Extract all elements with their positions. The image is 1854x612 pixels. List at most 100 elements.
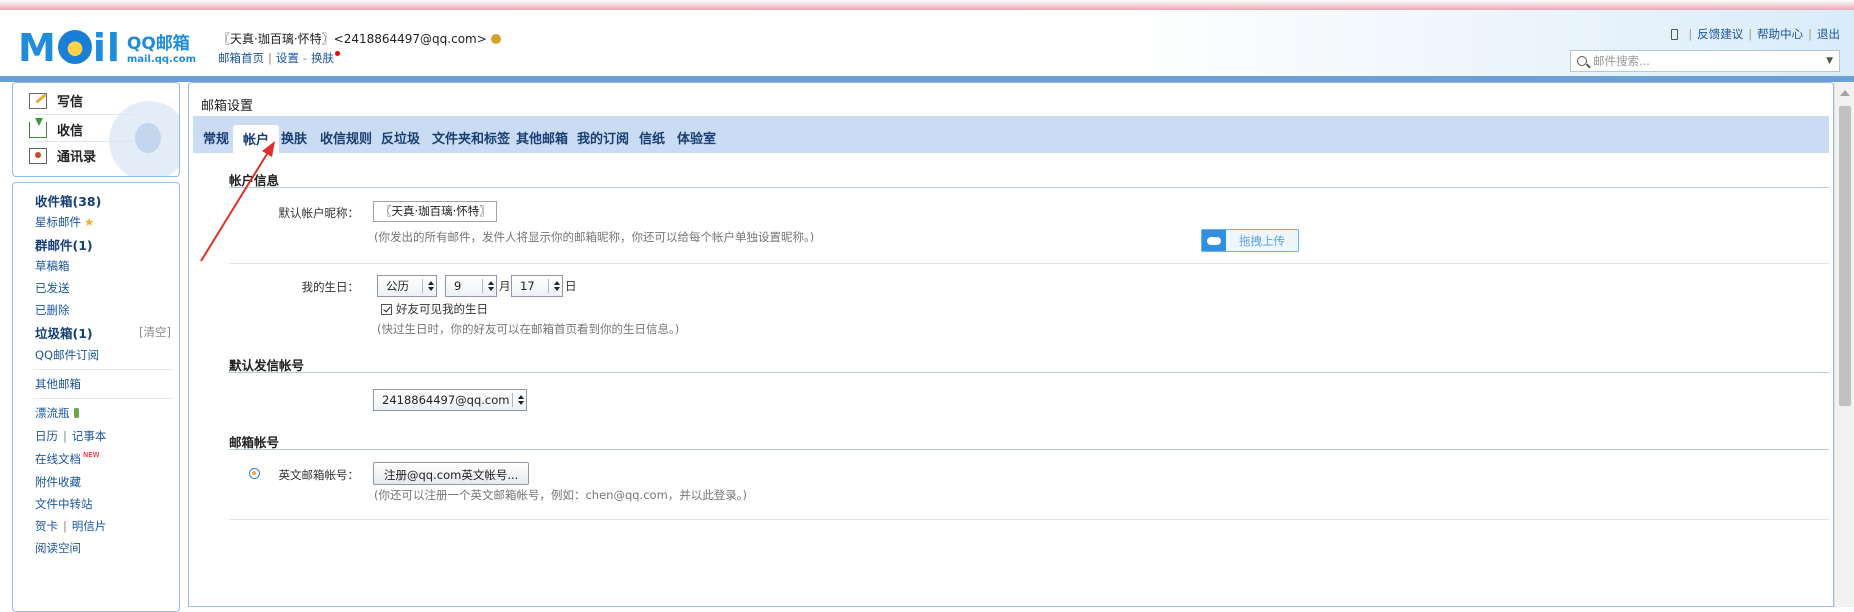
register-english-account-button[interactable]: 注册@qq.com英文帐号... — [373, 462, 530, 485]
month-unit: 月 — [499, 279, 511, 293]
logo-line2: mail.qq.com — [126, 54, 197, 65]
receive-icon — [29, 117, 47, 138]
day-unit: 日 — [565, 279, 577, 293]
folder-group[interactable]: 群邮件(1) — [35, 235, 93, 254]
calendar-type-value: 公历 — [386, 279, 409, 293]
tab-skin[interactable]: 换肤 — [281, 128, 307, 147]
folder-drafts[interactable]: 草稿箱 — [35, 258, 70, 274]
contacts-button[interactable]: 通讯录 — [29, 146, 96, 165]
separator: | — [63, 519, 67, 533]
cloud-upload-icon — [1202, 230, 1226, 251]
app-bottle-label: 漂流瓶 — [35, 406, 70, 420]
divider — [35, 141, 133, 142]
birthday-visible-checkbox[interactable]: 好友可见我的生日 — [381, 301, 488, 317]
receive-mail-button[interactable]: 收信 — [29, 117, 84, 139]
tab-rules[interactable]: 收信规则 — [320, 128, 372, 147]
separator-dash: - — [302, 51, 308, 65]
folder-subscribe[interactable]: QQ邮件订阅 — [35, 347, 99, 363]
drag-upload-button[interactable]: 拖拽上传 — [1201, 229, 1299, 252]
tab-subscriptions[interactable]: 我的订阅 — [577, 128, 629, 147]
tab-other-mailbox[interactable]: 其他邮箱 — [516, 128, 568, 147]
settings-panel: 邮箱设置 常规 帐户 换肤 收信规则 反垃圾 文件夹和标签 其他邮箱 我的订阅 … — [188, 82, 1834, 607]
vip-badge-icon[interactable] — [490, 34, 501, 44]
folder-spam[interactable]: 垃圾箱(1) — [35, 323, 93, 342]
new-badge: NEW — [83, 451, 100, 459]
bottle-icon — [73, 408, 79, 418]
app-reading[interactable]: 阅读空间 — [35, 540, 81, 556]
main-scrollbar[interactable] — [1834, 82, 1854, 607]
mobile-icon[interactable] — [1671, 28, 1679, 40]
divider — [33, 398, 173, 399]
mailbox-home-link[interactable]: 邮箱首页 — [218, 51, 264, 65]
nickname-input[interactable]: 〖天真·珈百璃·怀特〗 — [373, 201, 497, 222]
user-line: 〖天真·珈百璃·怀特〗<2418864497@qq.com> — [218, 30, 501, 47]
english-account-label: 英文邮箱帐号： — [278, 468, 360, 482]
birth-month-select[interactable]: 9 — [445, 275, 497, 297]
folder-inbox[interactable]: 收件箱(38) — [35, 191, 101, 210]
scroll-up-icon[interactable] — [1840, 90, 1850, 96]
scrollbar-thumb[interactable] — [1839, 106, 1851, 406]
app-bottle[interactable]: 漂流瓶 — [35, 405, 79, 421]
birth-month-value: 9 — [454, 279, 462, 293]
tab-lab[interactable]: 体验室 — [677, 128, 716, 147]
folder-starred-label: 星标邮件 — [35, 215, 81, 229]
separator: | — [1688, 27, 1693, 41]
spam-clear-link[interactable]: [清空] — [139, 324, 171, 340]
birth-day-select[interactable]: 17 — [511, 275, 563, 297]
settings-link[interactable]: 设置 — [276, 51, 299, 65]
app-greeting-card[interactable]: 贺卡 — [35, 519, 58, 533]
logout-link[interactable]: 退出 — [1817, 26, 1840, 42]
header: Mil QQ邮箱 mail.qq.com 〖天真·珈百璃·怀特〗<2418864… — [0, 10, 1854, 78]
app-docs-label: 在线文档 — [35, 452, 81, 466]
feedback-link[interactable]: 反馈建议 — [1697, 26, 1743, 42]
receive-label: 收信 — [57, 124, 84, 139]
separator: | — [1748, 27, 1753, 41]
app-notes[interactable]: 记事本 — [72, 429, 107, 443]
tab-general[interactable]: 常规 — [203, 128, 229, 147]
skin-link[interactable]: 换肤 — [311, 51, 334, 65]
default-sender-select[interactable]: 2418864497@qq.com — [373, 389, 527, 411]
birthday-visible-label: 好友可见我的生日 — [396, 302, 488, 316]
write-mail-button[interactable]: 写信 — [29, 91, 83, 110]
app-file-transfer[interactable]: 文件中转站 — [35, 496, 93, 512]
birthday-hint: (快过生日时，你的好友可以在邮箱首页看到你的生日信息。) — [377, 322, 680, 336]
quick-actions-panel: 写信 收信 通讯录 — [12, 82, 180, 177]
nickname-hint: (你发出的所有邮件，发件人将显示你的邮箱昵称，你还可以给每个帐户单独设置昵称。) — [374, 230, 815, 244]
logo-o-icon — [57, 30, 92, 64]
divider — [35, 114, 133, 115]
app-calendar-notes: 日历 | 记事本 — [35, 428, 106, 444]
logo-mail-wordmark: Mil — [18, 26, 121, 70]
folder-sent[interactable]: 已发送 — [35, 280, 70, 296]
tab-antispam[interactable]: 反垃圾 — [381, 128, 420, 147]
app-docs[interactable]: 在线文档 NEW — [35, 451, 100, 467]
tab-account[interactable]: 帐户 — [233, 125, 280, 153]
folder-deleted[interactable]: 已删除 — [35, 302, 70, 318]
spinner-arrows-icon — [512, 393, 524, 407]
help-center-link[interactable]: 帮助中心 — [1757, 26, 1803, 42]
calendar-type-select[interactable]: 公历 — [377, 275, 437, 297]
logo-line1: QQ邮箱 — [126, 34, 190, 54]
search-dropdown-icon[interactable]: ▼ — [1826, 56, 1833, 66]
qqmail-logo[interactable]: Mil QQ邮箱 mail.qq.com — [18, 28, 196, 68]
divider — [229, 519, 1829, 520]
tab-stationery[interactable]: 信纸 — [639, 128, 665, 147]
app-calendar[interactable]: 日历 — [35, 429, 58, 443]
page-title: 邮箱设置 — [201, 99, 254, 114]
nickname-label: 默认帐户昵称： — [278, 206, 360, 220]
folder-list: 收件箱(38) 星标邮件 ★ 群邮件(1) 草稿箱 已发送 已删除 垃圾箱(1) … — [12, 182, 180, 612]
folder-other-mailbox[interactable]: 其他邮箱 — [35, 376, 81, 392]
user-nickname: 〖天真·珈百璃·怀特〗 — [218, 32, 334, 46]
app-postcard[interactable]: 明信片 — [72, 519, 107, 533]
divider — [229, 263, 1829, 264]
folder-starred[interactable]: 星标邮件 ★ — [35, 214, 94, 230]
user-links: 邮箱首页 | 设置 - 换肤 — [218, 50, 501, 66]
tab-folders-labels[interactable]: 文件夹和标签 — [432, 128, 510, 147]
separator: | — [268, 51, 272, 65]
checkbox-checked-icon — [381, 303, 392, 315]
default-sender-value: 2418864497@qq.com — [382, 393, 510, 407]
section-divider — [229, 449, 1829, 450]
skin-new-dot-icon — [335, 51, 341, 56]
mail-search-input[interactable]: 邮件搜索... ▼ — [1570, 50, 1840, 72]
separator: | — [1808, 27, 1812, 41]
app-attachments[interactable]: 附件收藏 — [35, 474, 81, 490]
